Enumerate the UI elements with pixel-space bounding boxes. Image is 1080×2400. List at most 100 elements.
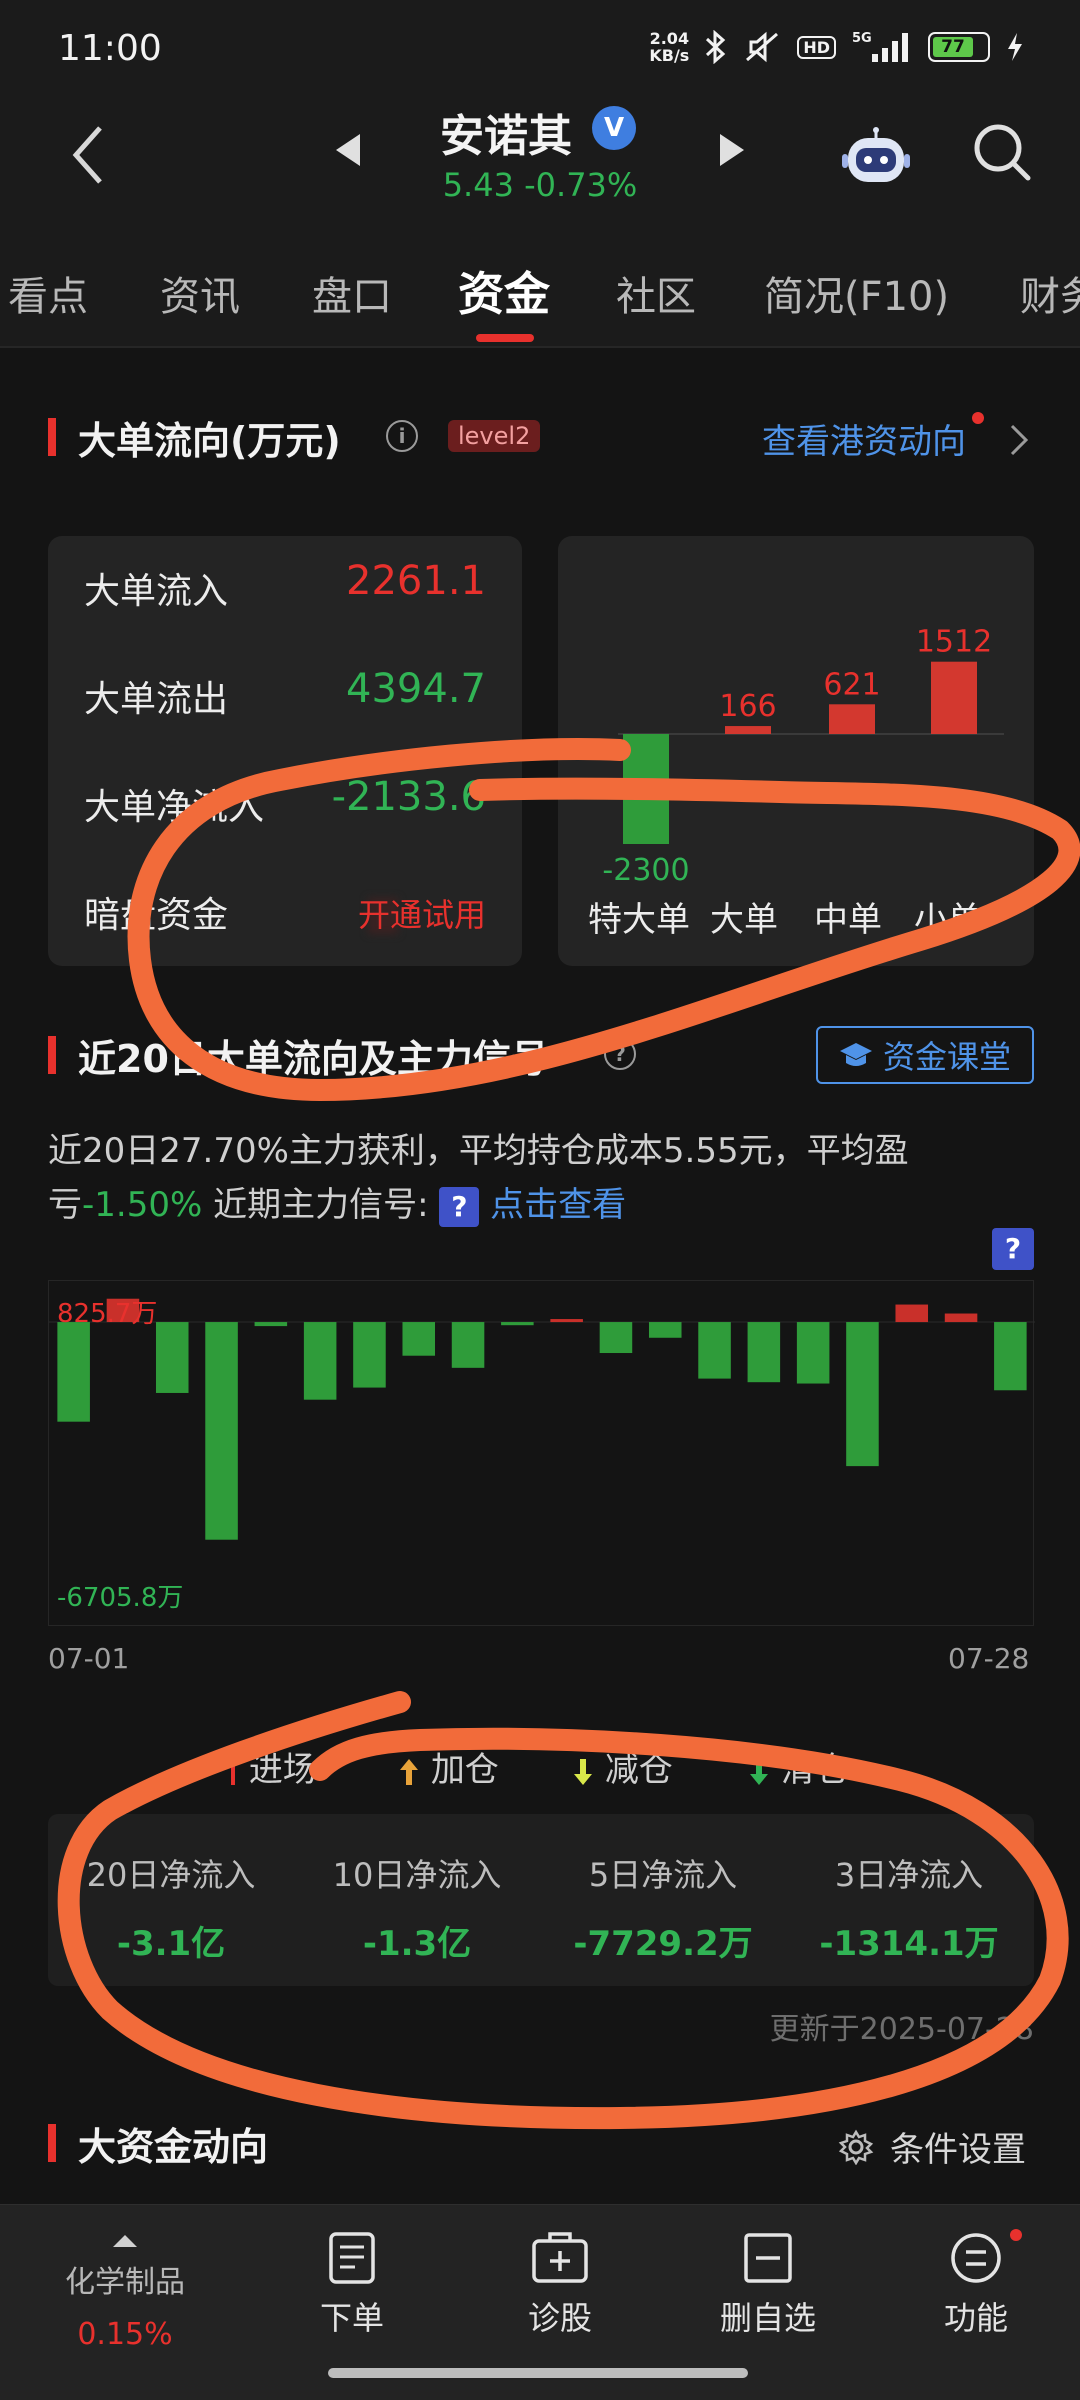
category-label: 小单 <box>914 900 982 940</box>
notification-dot <box>972 412 984 424</box>
net-inflow-card: 20日净流入 -3.1亿 10日净流入 -1.3亿 5日净流入 -7729.2万… <box>48 1814 1034 1986</box>
daily-flow-bar <box>846 1322 879 1467</box>
question-icon[interactable]: ? <box>439 1186 480 1227</box>
chevron-right-icon[interactable] <box>1004 420 1034 460</box>
down-arrow-icon <box>574 1758 592 1785</box>
tab-capital[interactable]: 资金 <box>458 258 550 324</box>
medical-kit-icon <box>532 2232 588 2283</box>
daily-flow-bar <box>944 1313 978 1323</box>
bar-value-label: 166 <box>719 689 776 724</box>
battery-icon: 77 <box>928 32 990 62</box>
remove-watchlist-button[interactable]: 删自选 <box>688 2231 848 2339</box>
level2-badge: level2 <box>448 420 541 452</box>
up-arrow-icon <box>400 1758 418 1785</box>
net-inflow-20d: 20日净流入 -3.1亿 <box>86 1856 256 1964</box>
daily-flow-bar <box>796 1322 830 1384</box>
search-icon[interactable] <box>970 120 1034 184</box>
signal-icon: 5G <box>852 31 908 62</box>
big-net-inflow-label: 大单净流入 <box>84 787 265 828</box>
section-marker <box>48 1036 56 1074</box>
big-inflow-value: 2261.1 <box>346 558 486 604</box>
previous-stock-button[interactable] <box>336 134 360 166</box>
condition-settings-button[interactable]: 条件设置 <box>838 2122 1026 2171</box>
daily-flow-bar <box>155 1322 189 1393</box>
info-icon[interactable]: i <box>386 420 418 452</box>
sector-name: 化学制品 <box>65 2265 185 2300</box>
capital-class-button[interactable]: 资金课堂 <box>816 1026 1034 1084</box>
tab-news[interactable]: 资讯 <box>160 264 240 322</box>
dark-pool-trial-button[interactable]: 开通试用 <box>358 890 486 936</box>
daily-flow-bar <box>254 1322 288 1327</box>
remove-square-icon <box>744 2233 792 2283</box>
big-outflow-value: 4394.7 <box>346 666 486 712</box>
dark-pool-label: 暗盘资金 <box>84 895 229 936</box>
daily-flow-bar <box>747 1322 781 1383</box>
legend-clear: 清仓 <box>748 1742 849 1791</box>
graduation-cap-icon <box>839 1043 872 1066</box>
menu-circle-icon <box>951 2233 1001 2283</box>
svg-text:5G: 5G <box>852 31 872 46</box>
status-bar: 11:00 2.04 KB/s HD 5G 77 <box>0 0 1080 96</box>
network-speed: 2.04 KB/s <box>649 29 690 65</box>
functions-menu-button[interactable]: 功能 <box>896 2231 1056 2339</box>
legend-reduce: 减仓 <box>572 1742 673 1791</box>
daily-flow-bar <box>57 1322 90 1422</box>
daily-flow-bar <box>599 1322 633 1354</box>
ai-assistant-robot-icon[interactable] <box>842 126 910 186</box>
tab-financials[interactable]: 财务 <box>1020 264 1080 322</box>
tab-community[interactable]: 社区 <box>616 264 696 322</box>
avg-pnl-value: -1.50% <box>82 1185 203 1225</box>
help-circle-icon[interactable]: ? <box>604 1038 636 1070</box>
stock-price-change: 5.43 -0.73% <box>442 166 638 204</box>
daily-flow-bar <box>698 1322 731 1379</box>
clock: 11:00 <box>58 28 162 69</box>
notification-dot <box>1010 2229 1022 2241</box>
gear-icon <box>838 2129 874 2165</box>
stock-header: 安诺其 V 5.43 -0.73% <box>0 96 1080 220</box>
big-net-inflow-value: -2133.6 <box>331 774 486 820</box>
big-inflow-label: 大单流入 <box>84 571 229 612</box>
place-order-button[interactable]: 下单 <box>272 2231 432 2339</box>
tab-bar: 看点 资讯 盘口 资金 社区 简况(F10) 财务 <box>0 220 1080 348</box>
tab-order-book[interactable]: 盘口 <box>312 264 392 322</box>
main-force-summary: 近20日27.70%主力获利，平均持仓成本5.55元，平均盈亏-1.50% 近期… <box>48 1131 909 1227</box>
daily-flow-bar <box>205 1322 238 1540</box>
big-funds-title: 大资金动向 <box>78 2125 269 2169</box>
chart-help-icon[interactable]: ? <box>992 1228 1034 1270</box>
diagnose-stock-button[interactable]: 诊股 <box>480 2231 640 2339</box>
chart-min-label: -6705.8万 <box>57 1583 184 1613</box>
mute-icon <box>746 31 779 63</box>
next-stock-button[interactable] <box>720 134 744 166</box>
net-inflow-5d: 5日净流入 -7729.2万 <box>573 1856 753 1964</box>
daily-flow-bar <box>353 1322 386 1388</box>
active-tab-indicator <box>476 334 534 342</box>
daily-flow-bar <box>451 1322 485 1368</box>
chart-start-date: 07-01 <box>48 1642 130 1675</box>
daily-flow-bar <box>402 1322 436 1356</box>
order-size-bar <box>829 704 875 734</box>
order-size-bar <box>725 726 771 734</box>
section-marker <box>48 2124 56 2162</box>
view-signals-link[interactable]: 点击查看 <box>490 1185 626 1225</box>
daily-flow-bar <box>895 1304 929 1323</box>
big-outflow-label: 大单流出 <box>84 679 229 720</box>
daily-flow-bars <box>49 1298 1035 1540</box>
daily-flow-bar <box>501 1322 534 1326</box>
verified-badge-icon: V <box>592 106 636 150</box>
capital-class-label: 资金课堂 <box>882 1038 1011 1076</box>
net-inflow-10d: 10日净流入 -1.3亿 <box>332 1856 502 1964</box>
sector-quote[interactable]: 化学制品 0.15% <box>40 2233 210 2352</box>
category-label: 特大单 <box>588 900 690 940</box>
legend-add: 加仓 <box>398 1742 499 1791</box>
order-size-bar <box>931 661 977 734</box>
daily-flow-bar <box>550 1319 583 1323</box>
tab-profile-f10[interactable]: 简况(F10) <box>764 264 949 322</box>
hd-icon: HD <box>797 35 836 59</box>
tab-highlights[interactable]: 看点 <box>8 264 88 322</box>
chart-end-date: 07-28 <box>948 1642 1030 1675</box>
hk-capital-link[interactable]: 查看港资动向 <box>762 414 966 463</box>
stock-name: 安诺其 <box>440 111 572 162</box>
charging-icon <box>1008 33 1022 61</box>
bar-value-label: -2300 <box>602 853 689 888</box>
big-order-flow-title: 大单流向(万元) <box>78 419 341 463</box>
